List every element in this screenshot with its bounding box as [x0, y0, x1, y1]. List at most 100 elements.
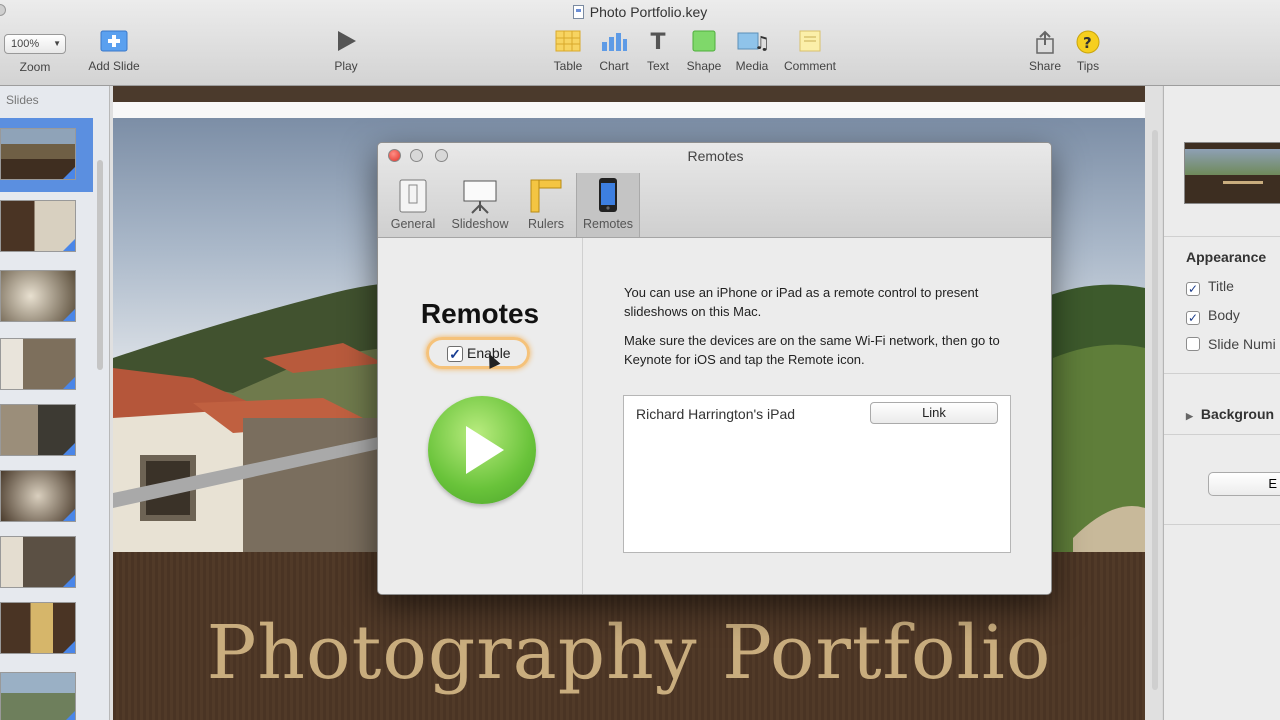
- table-icon: [548, 30, 588, 56]
- zoom-select[interactable]: 100% ▼: [4, 34, 66, 54]
- window-title: Photo Portfolio.key: [0, 4, 1280, 20]
- remotes-preferences-dialog: Remotes General Slideshow Rulers Remotes…: [377, 142, 1052, 595]
- preview-title-line: [1223, 181, 1263, 184]
- shape-button[interactable]: Shape: [683, 30, 725, 73]
- background-disclosure[interactable]: ▶ Backgroun: [1186, 406, 1274, 422]
- share-button[interactable]: Share: [1025, 30, 1065, 73]
- chevron-down-icon: ▼: [53, 39, 61, 48]
- tips-label: Tips: [1076, 59, 1100, 73]
- shape-icon: [683, 30, 725, 56]
- slide-corner-marker: [62, 376, 75, 389]
- inspector-edit-button[interactable]: E: [1208, 472, 1280, 496]
- slide-thumbnail[interactable]: [0, 536, 76, 588]
- share-icon: [1025, 30, 1065, 56]
- tab-rulers-label: Rulers: [527, 217, 565, 231]
- comment-label: Comment: [783, 59, 836, 73]
- link-button[interactable]: Link: [870, 402, 998, 424]
- slide-title[interactable]: Photography Portfolio: [113, 610, 1145, 696]
- slide-number-checkbox-label: Slide Numi: [1208, 336, 1276, 352]
- comment-icon: [780, 30, 840, 56]
- inspector-divider: [1164, 236, 1280, 237]
- title-checkbox-label: Title: [1208, 278, 1234, 294]
- slide-thumbnail[interactable]: [0, 200, 76, 252]
- zoom-control[interactable]: 100% ▼ Zoom: [2, 30, 68, 74]
- text-icon: T: [650, 30, 666, 55]
- tab-remotes[interactable]: Remotes: [576, 173, 640, 237]
- inspector-divider: [1164, 524, 1280, 525]
- tab-remotes-label: Remotes: [582, 217, 634, 231]
- media-label: Media: [735, 59, 769, 73]
- slideshow-icon: [448, 177, 512, 215]
- device-name: Richard Harrington's iPad: [636, 406, 796, 422]
- inspector-panel: Appearance ✓ Title ✓ Body Slide Numi ▶ Back…: [1163, 86, 1280, 720]
- body-checkbox[interactable]: ✓ Body: [1186, 307, 1240, 325]
- slide-corner-marker: [62, 640, 75, 653]
- canvas-scrollbar[interactable]: [1152, 130, 1158, 690]
- document-icon: [572, 5, 584, 19]
- svg-text:♫: ♫: [754, 33, 767, 52]
- slide-corner-marker: [62, 442, 75, 455]
- checkbox-checked-icon: ✓: [1186, 311, 1200, 325]
- checkbox-empty-icon: [1186, 337, 1200, 351]
- play-button[interactable]: Play: [326, 30, 366, 73]
- dialog-title: Remotes: [687, 148, 744, 164]
- tab-rulers[interactable]: Rulers: [514, 173, 578, 237]
- checkbox-checked-icon: ✓: [447, 346, 463, 362]
- slide-thumbnail[interactable]: [0, 270, 76, 322]
- remotes-instructions: Make sure the devices are on the same Wi…: [624, 333, 1000, 367]
- keynote-window: Photo Portfolio.key 100% ▼ Zoom Add Slide…: [0, 0, 1280, 720]
- slide-thumbnail[interactable]: [0, 128, 76, 180]
- add-slide-icon: [84, 30, 144, 56]
- disclosure-triangle-icon: ▶: [1186, 411, 1193, 421]
- appearance-heading: Appearance: [1186, 249, 1267, 265]
- enable-checkbox[interactable]: ✓ Enable: [426, 337, 530, 369]
- slide-thumbnail[interactable]: [0, 672, 76, 720]
- inspector-divider: [1164, 434, 1280, 435]
- general-icon: [381, 177, 445, 215]
- tab-slideshow-label: Slideshow: [451, 217, 509, 231]
- slide-thumbnail[interactable]: [0, 404, 76, 456]
- add-slide-label: Add Slide: [88, 59, 140, 73]
- slide-layout-preview[interactable]: [1184, 142, 1280, 204]
- comment-button[interactable]: Comment: [780, 30, 840, 73]
- chart-label: Chart: [599, 59, 629, 73]
- slide-corner-marker: [62, 574, 75, 587]
- slide-corner-marker: [62, 166, 75, 179]
- slide-top-band: [113, 86, 1145, 102]
- text-button[interactable]: T Text: [640, 30, 676, 73]
- slide-corner-marker: [62, 508, 75, 521]
- slide-thumbnail[interactable]: [0, 338, 76, 390]
- iphone-icon: [576, 177, 640, 215]
- title-checkbox[interactable]: ✓ Title: [1186, 278, 1234, 296]
- shape-label: Shape: [686, 59, 722, 73]
- table-label: Table: [553, 59, 583, 73]
- tips-button[interactable]: ? Tips: [1070, 30, 1106, 73]
- play-label: Play: [334, 59, 358, 73]
- window-title-text: Photo Portfolio.key: [589, 4, 708, 20]
- remote-play-icon: [428, 396, 536, 504]
- tab-general-label: General: [390, 217, 436, 231]
- remotes-description: You can use an iPhone or iPad as a remot…: [624, 285, 979, 319]
- slide-number-checkbox[interactable]: Slide Numi: [1186, 336, 1276, 352]
- slide-corner-marker: [62, 308, 75, 321]
- sidebar-scrollbar[interactable]: [97, 160, 103, 370]
- media-button[interactable]: ♫ Media: [731, 30, 773, 73]
- tab-slideshow[interactable]: Slideshow: [448, 173, 512, 237]
- svg-text:?: ?: [1083, 34, 1092, 52]
- table-button[interactable]: Table: [548, 30, 588, 73]
- slide-thumbnail[interactable]: [0, 470, 76, 522]
- slide-white-strip: [113, 102, 1145, 118]
- add-slide-button[interactable]: Add Slide: [84, 30, 144, 73]
- preview-photo: [1185, 149, 1280, 175]
- tab-general[interactable]: General: [381, 173, 445, 237]
- chart-icon: [594, 30, 634, 56]
- slide-thumbnail[interactable]: [0, 602, 76, 654]
- slide-corner-marker: [62, 238, 75, 251]
- dialog-divider: [582, 238, 583, 594]
- chart-button[interactable]: Chart: [594, 30, 634, 73]
- media-icon: ♫: [731, 30, 773, 56]
- play-icon: [326, 30, 366, 56]
- inspector-divider: [1164, 373, 1280, 374]
- slide-corner-marker: [62, 710, 75, 720]
- device-list: Richard Harrington's iPad Link: [623, 395, 1011, 553]
